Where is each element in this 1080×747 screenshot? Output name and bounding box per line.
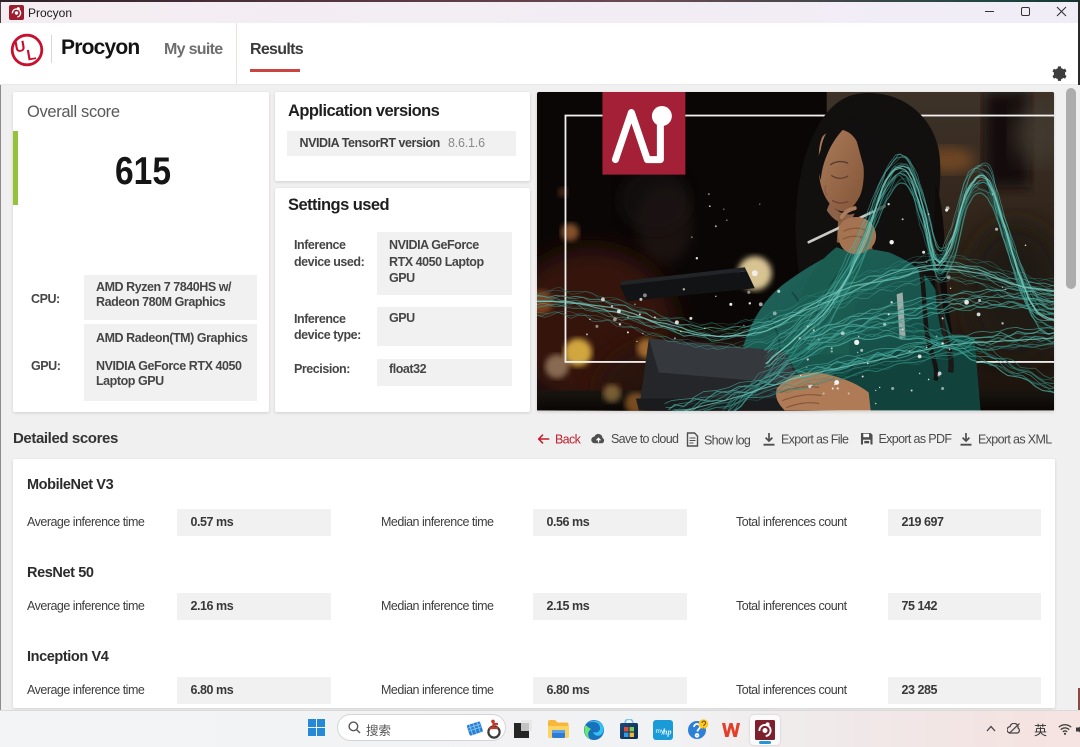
svg-text:L: L <box>25 46 37 64</box>
svg-text:hp: hp <box>663 728 671 737</box>
